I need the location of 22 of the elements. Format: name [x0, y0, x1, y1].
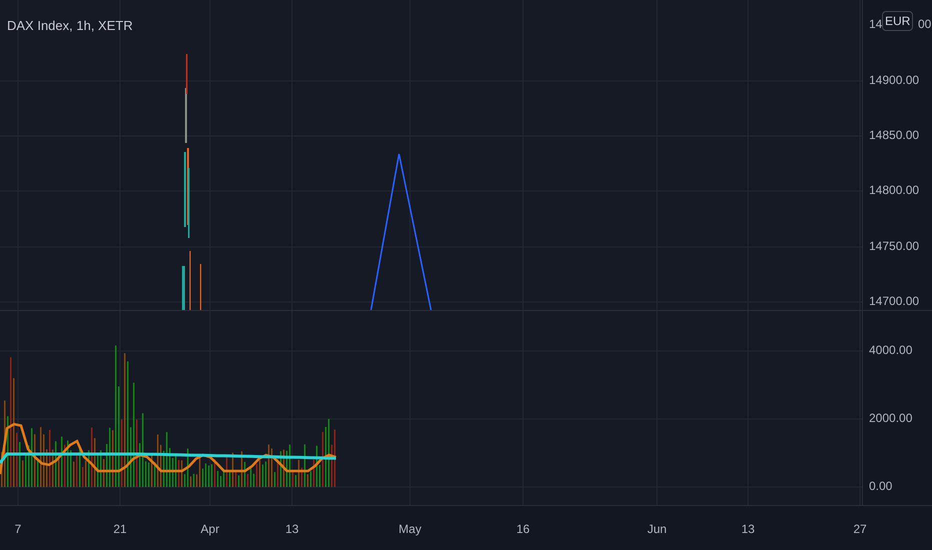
volume-axis-label: 2000.00	[869, 411, 912, 425]
time-axis-label: Apr	[200, 522, 220, 536]
currency-button[interactable]: EUR	[882, 11, 914, 31]
time-axis-label: 16	[516, 522, 530, 536]
chart-title: DAX Index, 1h, XETR	[7, 18, 133, 33]
time-axis-label: May	[398, 522, 422, 536]
price-axis-label: 00	[918, 17, 932, 31]
time-axis-label: 27	[853, 522, 867, 536]
time-axis-label: 13	[285, 522, 299, 536]
time-axis-label: 13	[741, 522, 755, 536]
price-axis-label: 14900.00	[869, 73, 920, 87]
price-axis-label: 14800.00	[869, 183, 920, 197]
time-axis-label: 21	[113, 522, 127, 536]
volume-axis-label: 4000.00	[869, 343, 912, 357]
price-axis-label: 14750.00	[869, 239, 920, 253]
price-axis-label: 14	[869, 17, 882, 31]
price-axis-label: 14850.00	[869, 128, 920, 142]
trend-line[interactable]	[370, 153, 432, 310]
time-axis-label: 7	[14, 522, 22, 536]
volume-axis-label: 0.00	[869, 479, 892, 493]
price-axis-label: 14700.00	[869, 294, 920, 308]
time-axis-label: Jun	[647, 522, 667, 536]
